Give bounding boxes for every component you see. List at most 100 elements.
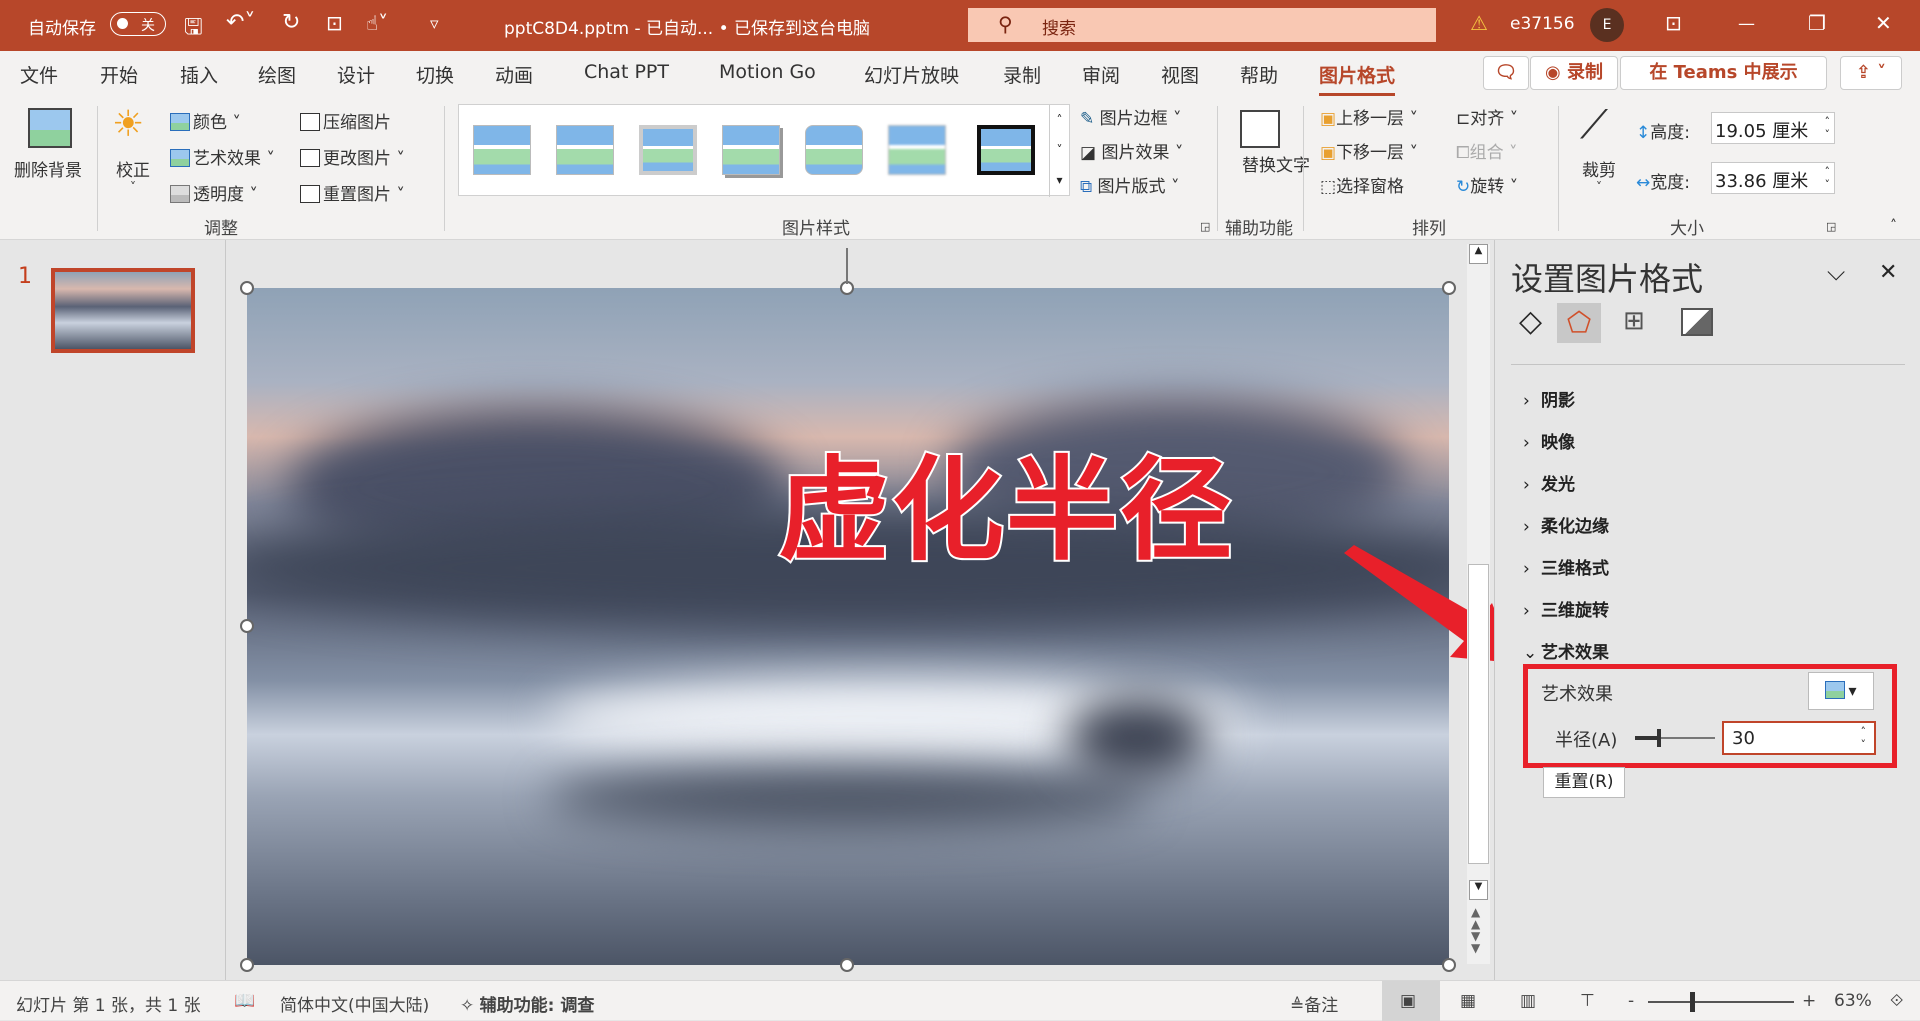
radius-spinner[interactable]: ˄ ˅	[1861, 725, 1867, 751]
zoom-level[interactable]: 63%	[1834, 991, 1872, 1011]
style-thumbnail[interactable]	[556, 125, 614, 175]
gallery-scroll[interactable]: ˄ ˅ ▾	[1049, 105, 1069, 197]
height-input[interactable]: 19.05 厘米 ˄ ˅	[1711, 112, 1835, 144]
close-icon[interactable]: ✕	[1875, 11, 1892, 35]
rotate-button[interactable]: ↻旋转 ˅	[1456, 172, 1518, 197]
minimize-icon[interactable]: —	[1738, 14, 1755, 34]
tab-animations[interactable]: 动画	[495, 61, 533, 88]
transparency-button[interactable]: 透明度 ˅	[170, 180, 258, 205]
resize-handle[interactable]	[1442, 958, 1456, 972]
tab-file[interactable]: 文件	[20, 61, 58, 88]
style-thumbnail[interactable]	[473, 125, 531, 175]
section-3d-rotation[interactable]: › 三维旋转	[1523, 596, 1609, 621]
section-artistic-effects[interactable]: ⌄ 艺术效果	[1523, 638, 1609, 663]
change-picture-button[interactable]: 更改图片 ˅	[300, 144, 405, 169]
pane-options-chevron-icon[interactable]: ⌵	[1827, 258, 1845, 286]
radius-slider-thumb[interactable]	[1657, 729, 1661, 747]
zoom-out-icon[interactable]: -	[1628, 991, 1634, 1011]
style-thumbnail[interactable]	[805, 125, 863, 175]
selection-pane-button[interactable]: ⬚选择窗格	[1320, 172, 1404, 197]
collapse-ribbon-icon[interactable]: ˄	[1890, 218, 1897, 234]
pane-close-icon[interactable]: ✕	[1879, 260, 1897, 285]
reading-view-icon[interactable]: ▥	[1520, 991, 1536, 1011]
notes-button[interactable]: ≜备注	[1290, 991, 1338, 1016]
tab-help[interactable]: 帮助	[1240, 61, 1278, 88]
resize-handle[interactable]	[1442, 281, 1456, 295]
size-properties-icon[interactable]: ⊞	[1623, 306, 1645, 336]
present-in-teams-button[interactable]: 在 Teams 中展示	[1620, 56, 1827, 90]
tab-record[interactable]: 录制	[1003, 61, 1041, 88]
zoom-in-icon[interactable]: +	[1802, 991, 1816, 1011]
picture-border-button[interactable]: ✎ 图片边框 ˅	[1080, 104, 1182, 129]
search-input[interactable]: ⚲ 搜索	[968, 8, 1436, 42]
style-thumbnail[interactable]	[639, 125, 697, 175]
save-icon[interactable]: 🖫	[184, 10, 203, 48]
resize-handle[interactable]	[240, 958, 254, 972]
spellcheck-icon[interactable]: 📖	[234, 991, 255, 1011]
effects-tab-pentagon-icon[interactable]: ⬠	[1557, 303, 1601, 343]
present-icon[interactable]: ⊡	[326, 11, 343, 35]
normal-view-icon[interactable]: ▣	[1400, 991, 1416, 1011]
crop-button[interactable]: 裁剪	[1582, 156, 1616, 181]
color-button[interactable]: 颜色 ˅	[170, 108, 241, 133]
section-glow[interactable]: › 发光	[1523, 470, 1575, 495]
section-shadow[interactable]: › 阴影	[1523, 386, 1575, 411]
ribbon-display-icon[interactable]: ⊡	[1665, 11, 1682, 35]
accessibility-status[interactable]: ✧ 辅助功能: 调查	[460, 991, 594, 1016]
picture-styles-gallery[interactable]: ˄ ˅ ▾	[458, 104, 1070, 197]
size-dialog-launcher-icon[interactable]: ◲	[1826, 220, 1836, 233]
dialog-launcher-icon[interactable]: ◲	[1200, 220, 1210, 233]
reset-picture-button[interactable]: 重置图片 ˅	[300, 180, 405, 205]
remove-background-button[interactable]: 删除背景	[14, 156, 82, 181]
section-soft-edges[interactable]: › 柔化边缘	[1523, 512, 1609, 537]
touch-mode-icon[interactable]: ☝˅	[366, 11, 388, 35]
redo-icon[interactable]: ↻	[282, 10, 300, 35]
tab-draw[interactable]: 绘图	[258, 61, 296, 88]
resize-handle[interactable]	[240, 281, 254, 295]
section-reflection[interactable]: › 映像	[1523, 428, 1575, 453]
alt-text-button[interactable]: 替换文字	[1242, 156, 1310, 177]
comments-button[interactable]: 🗨	[1483, 56, 1529, 90]
send-backward-button[interactable]: ▣下移一层 ˅	[1320, 138, 1418, 163]
prev-next-slide-icon[interactable]: ▲ ▲ ▼ ▼	[1471, 906, 1480, 954]
zoom-slider-thumb[interactable]	[1690, 992, 1695, 1012]
record-button[interactable]: ◉ 录制	[1530, 56, 1618, 90]
radius-input[interactable]: 30 ˄ ˅	[1722, 721, 1876, 755]
resize-handle[interactable]	[240, 619, 254, 633]
rotation-handle[interactable]	[846, 248, 848, 284]
fit-to-window-icon[interactable]: ⟐	[1890, 991, 1903, 1011]
avatar[interactable]: E	[1590, 8, 1624, 42]
tab-home[interactable]: 开始	[100, 61, 138, 88]
picture-layout-button[interactable]: ⧉ 图片版式 ˅	[1080, 172, 1179, 197]
tab-chatppt[interactable]: Chat PPT	[584, 61, 669, 83]
share-button[interactable]: ⇪ ˅	[1840, 56, 1902, 90]
artistic-effect-dropdown[interactable]: ▾	[1808, 672, 1874, 710]
slideshow-icon[interactable]: ⊤	[1580, 991, 1595, 1011]
tab-motiongo[interactable]: Motion Go	[719, 61, 816, 83]
picture-effects-button[interactable]: ◪ 图片效果 ˅	[1080, 138, 1183, 163]
tab-picture-format[interactable]: 图片格式	[1319, 61, 1396, 96]
user-name[interactable]: e37156	[1510, 14, 1575, 34]
language-status[interactable]: 简体中文(中国大陆)	[280, 991, 429, 1016]
fill-line-icon[interactable]: ◇	[1519, 304, 1542, 339]
artistic-effects-button[interactable]: 艺术效果 ˅	[170, 144, 275, 169]
autosave-toggle[interactable]: 关	[110, 12, 166, 36]
style-thumbnail[interactable]	[722, 125, 780, 175]
tab-insert[interactable]: 插入	[180, 61, 218, 88]
tab-review[interactable]: 审阅	[1082, 61, 1120, 88]
zoom-slider[interactable]	[1648, 992, 1794, 1012]
tab-transitions[interactable]: 切换	[416, 61, 454, 88]
undo-icon[interactable]: ↶˅	[226, 10, 255, 35]
warning-icon[interactable]: ⚠	[1470, 11, 1488, 35]
vertical-scrollbar[interactable]: ▲ ▼ ▲ ▲ ▼ ▼	[1467, 244, 1490, 964]
slide-thumbnail[interactable]	[51, 268, 195, 353]
compress-pictures-button[interactable]: 压缩图片	[300, 108, 391, 133]
align-button[interactable]: ⊏对齐 ˅	[1456, 104, 1518, 129]
picture-tab-icon[interactable]	[1681, 308, 1713, 336]
tab-slideshow[interactable]: 幻灯片放映	[864, 61, 959, 88]
section-3d-format[interactable]: › 三维格式	[1523, 554, 1609, 579]
bring-forward-button[interactable]: ▣上移一层 ˅	[1320, 104, 1418, 129]
width-spinner[interactable]: ˄ ˅	[1825, 165, 1831, 191]
slide-sorter-icon[interactable]: ▦	[1460, 991, 1476, 1011]
height-spinner[interactable]: ˄ ˅	[1825, 115, 1831, 141]
